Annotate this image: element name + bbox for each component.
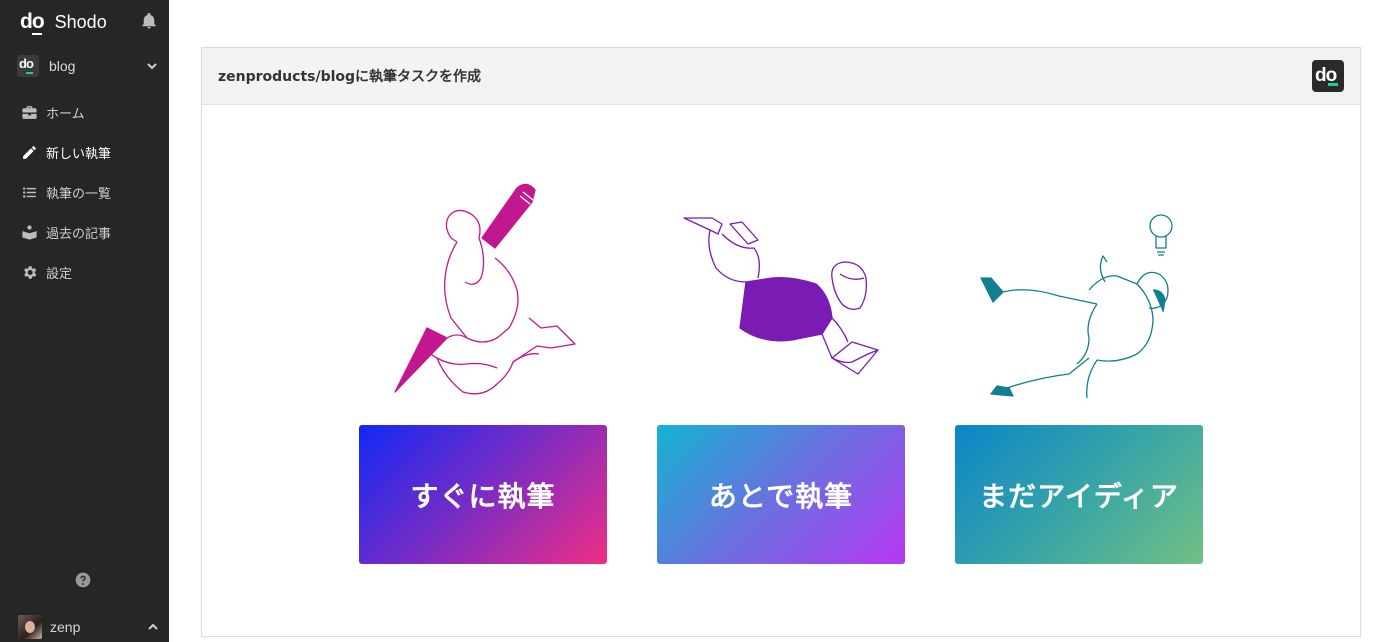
sidebar-item-past-articles[interactable]: 過去の記事 <box>0 212 169 252</box>
woman-lying-with-laptop-icon <box>683 217 879 375</box>
sidebar-item-label: 新しい執筆 <box>46 146 112 162</box>
sidebar-item-label: 設定 <box>46 266 73 282</box>
project-selector[interactable]: do blog <box>17 55 162 77</box>
pencil-woman-illustration <box>387 178 637 408</box>
brand-name: Shodo <box>54 11 107 32</box>
chevron-up-icon <box>148 623 158 630</box>
gear-icon <box>24 265 37 279</box>
brand[interactable]: do Shodo <box>20 10 107 35</box>
page-title: zenproducts/blogに執筆タスクを作成 <box>218 69 482 85</box>
briefcase-icon <box>22 105 37 119</box>
chevron-down-icon <box>147 63 157 70</box>
woman-with-lightbulb-icon <box>980 214 1173 399</box>
write-now-button[interactable]: すぐに執筆 <box>359 425 607 564</box>
project-name: blog <box>49 58 76 74</box>
lying-woman-illustration <box>682 178 932 408</box>
project-logo: do <box>17 55 39 77</box>
sidebar-item-label: ホーム <box>46 106 85 122</box>
brand-logo: do <box>20 10 45 35</box>
sidebar-item-writing-list[interactable]: 執筆の一覧 <box>0 172 169 212</box>
sidebar-item-label: 執筆の一覧 <box>46 186 112 202</box>
user-menu[interactable]: zenp <box>18 615 163 639</box>
pencil-icon <box>23 145 36 159</box>
sidebar-item-new-writing[interactable]: 新しい執筆 <box>0 132 169 172</box>
create-task-card: zenproducts/blogに執筆タスクを作成 do すぐに執筆 あとで執筆… <box>201 47 1361 637</box>
user-name: zenp <box>50 619 81 635</box>
idea-woman-illustration <box>977 178 1227 408</box>
sidebar-nav: ホーム 新しい執筆 執筆の一覧 過去の記事 設定 <box>0 92 169 292</box>
still-idea-button[interactable]: まだアイディア <box>955 425 1203 564</box>
card-header: zenproducts/blogに執筆タスクを作成 do <box>202 48 1360 105</box>
sidebar-item-settings[interactable]: 設定 <box>0 252 169 292</box>
sidebar: do Shodo do blog ホーム 新しい執筆 執筆の一覧 過去の記事 設… <box>0 0 169 642</box>
archive-icon <box>22 224 37 240</box>
bell-icon[interactable] <box>140 12 158 30</box>
sidebar-item-home[interactable]: ホーム <box>0 92 169 132</box>
help-icon[interactable] <box>75 572 91 588</box>
shodo-logo: do <box>1312 60 1344 92</box>
write-later-button[interactable]: あとで執筆 <box>657 425 905 564</box>
avatar <box>18 615 42 639</box>
woman-riding-pencil-icon <box>394 183 576 395</box>
sidebar-item-label: 過去の記事 <box>46 226 112 242</box>
list-icon <box>23 187 36 197</box>
